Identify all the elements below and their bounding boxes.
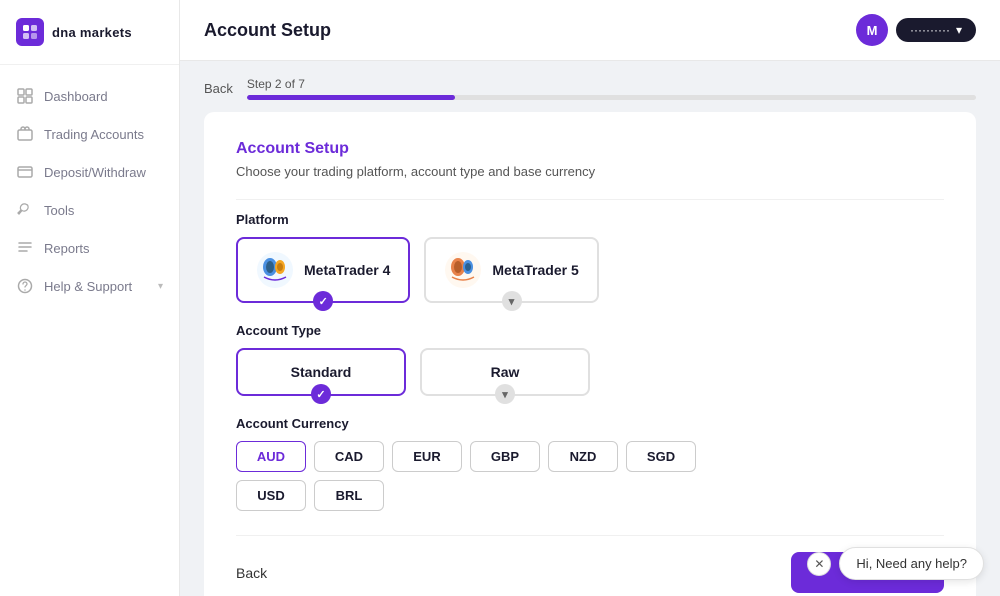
trading-accounts-label: Trading Accounts (44, 127, 144, 142)
tools-label: Tools (44, 203, 74, 218)
sidebar-nav: Dashboard Trading Accounts Deposit/Withd… (0, 65, 179, 596)
mt5-drop-badge: ▾ (502, 291, 522, 311)
tools-icon (16, 201, 34, 219)
sidebar-item-help-support[interactable]: Help & Support ▾ (0, 267, 179, 305)
sidebar-item-tools[interactable]: Tools (0, 191, 179, 229)
stepper-area: Back Step 2 of 7 (204, 61, 976, 112)
account-type-options: Standard ✓ Raw ▾ (236, 348, 944, 396)
currency-eur[interactable]: EUR (392, 441, 462, 472)
logo-icon (16, 18, 44, 46)
step-label: Step 2 of 7 (247, 77, 976, 91)
currency-usd[interactable]: USD (236, 480, 306, 511)
platform-mt5[interactable]: MetaTrader 5 ▾ (424, 237, 598, 303)
setup-card: Account Setup Choose your trading platfo… (204, 112, 976, 596)
trading-accounts-icon (16, 125, 34, 143)
divider-1 (236, 199, 944, 200)
help-label: Help & Support (44, 279, 132, 294)
dashboard-icon (16, 87, 34, 105)
stepper-bar (247, 95, 976, 100)
help-icon (16, 277, 34, 295)
reports-label: Reports (44, 241, 90, 256)
standard-label: Standard (291, 364, 352, 380)
currency-row-2: USD BRL (236, 480, 944, 511)
standard-check-badge: ✓ (311, 384, 331, 404)
topbar-right: M ·········· ▾ (856, 14, 976, 46)
mt5-label: MetaTrader 5 (492, 262, 578, 278)
stepper-bar-wrap: Step 2 of 7 (247, 77, 976, 100)
sidebar-item-trading-accounts[interactable]: Trading Accounts (0, 115, 179, 153)
deposit-icon (16, 163, 34, 181)
platform-mt4[interactable]: MetaTrader 4 ✓ (236, 237, 410, 303)
content-area: Back Step 2 of 7 Account Setup Choose yo… (180, 61, 1000, 596)
username-text: ·········· (910, 23, 950, 37)
currency-aud[interactable]: AUD (236, 441, 306, 472)
currency-brl[interactable]: BRL (314, 480, 384, 511)
account-type-raw[interactable]: Raw ▾ (420, 348, 590, 396)
stepper-fill (247, 95, 455, 100)
currency-row-1: AUD CAD EUR GBP NZD SGD (236, 441, 944, 472)
stepper-back-link[interactable]: Back (204, 81, 233, 96)
mt4-label: MetaTrader 4 (304, 262, 390, 278)
reports-icon (16, 239, 34, 257)
page-title: Account Setup (204, 20, 331, 41)
help-chevron-icon: ▾ (158, 281, 163, 292)
account-type-standard[interactable]: Standard ✓ (236, 348, 406, 396)
currency-section-label: Account Currency (236, 416, 944, 431)
username-pill[interactable]: ·········· ▾ (896, 18, 976, 42)
sidebar: dna markets Dashboard Trad (0, 0, 180, 596)
sidebar-item-dashboard[interactable]: Dashboard (0, 77, 179, 115)
raw-label: Raw (491, 364, 520, 380)
mt5-icon (444, 251, 482, 289)
currency-gbp[interactable]: GBP (470, 441, 540, 472)
chat-close-button[interactable]: ✕ (807, 552, 831, 576)
raw-drop-badge: ▾ (495, 384, 515, 404)
chat-bubble: ✕ Hi, Need any help? (807, 547, 984, 580)
avatar: M (856, 14, 888, 46)
back-button[interactable]: Back (236, 565, 267, 581)
currency-nzd[interactable]: NZD (548, 441, 618, 472)
account-type-label: Account Type (236, 323, 944, 338)
chat-message[interactable]: Hi, Need any help? (839, 547, 984, 580)
main-area: Account Setup M ·········· ▾ Back Step 2… (180, 0, 1000, 596)
dashboard-label: Dashboard (44, 89, 108, 104)
currency-cad[interactable]: CAD (314, 441, 384, 472)
mt4-icon (256, 251, 294, 289)
sidebar-logo: dna markets (0, 0, 179, 65)
currency-sgd[interactable]: SGD (626, 441, 696, 472)
card-title: Account Setup (236, 140, 944, 158)
dropdown-icon: ▾ (956, 23, 962, 37)
platform-options: MetaTrader 4 ✓ (236, 237, 944, 303)
card-subtitle: Choose your trading platform, account ty… (236, 164, 944, 179)
sidebar-item-deposit-withdraw[interactable]: Deposit/Withdraw (0, 153, 179, 191)
logo-text: dna markets (52, 25, 132, 40)
topbar: Account Setup M ·········· ▾ (180, 0, 1000, 61)
platform-section-label: Platform (236, 212, 944, 227)
mt4-check-badge: ✓ (313, 291, 333, 311)
sidebar-item-reports[interactable]: Reports (0, 229, 179, 267)
deposit-label: Deposit/Withdraw (44, 165, 146, 180)
